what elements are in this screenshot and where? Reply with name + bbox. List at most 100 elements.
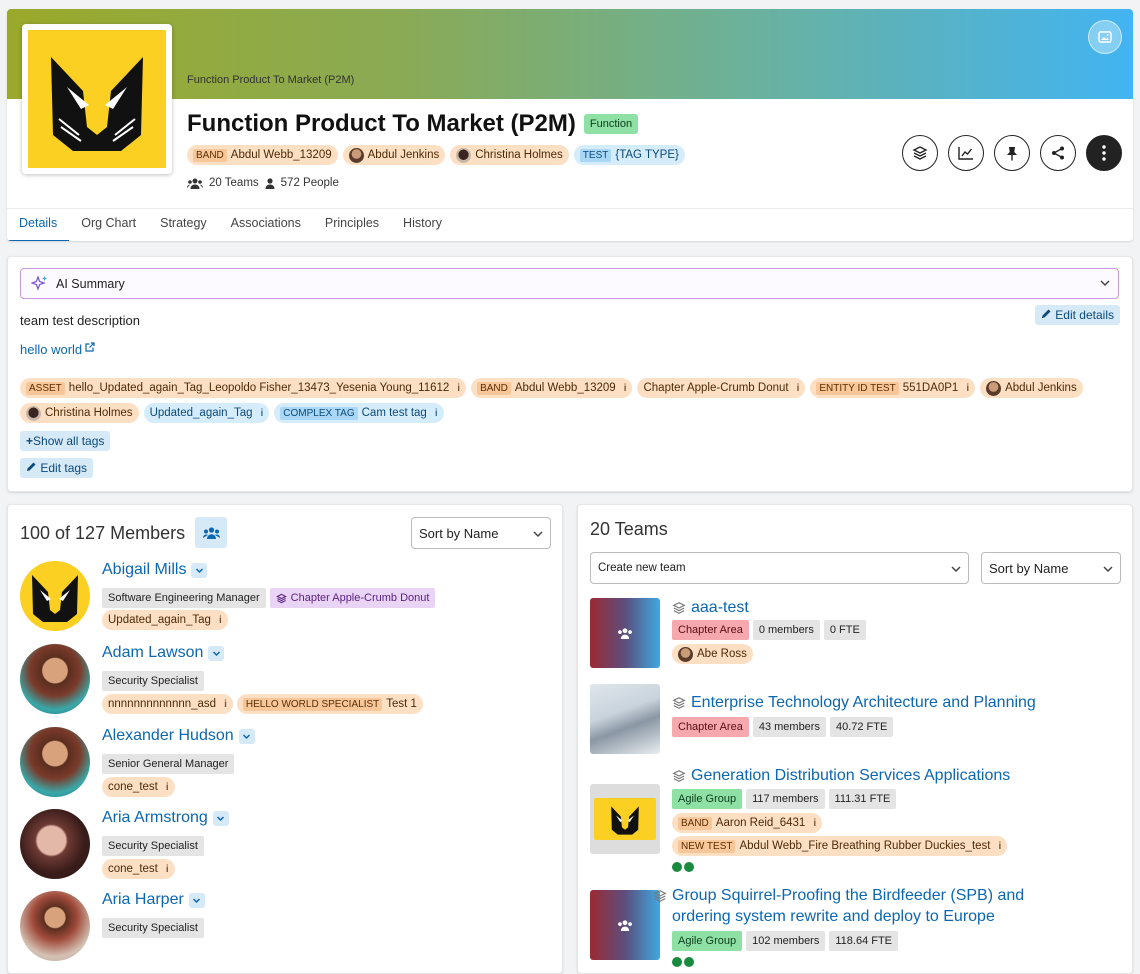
- change-banner-button[interactable]: [1088, 20, 1122, 54]
- info-icon[interactable]: i: [457, 383, 460, 394]
- member-row: Aria Harper Security Specialist: [20, 891, 540, 967]
- info-icon[interactable]: i: [624, 383, 627, 394]
- tab-associations[interactable]: Associations: [219, 209, 313, 241]
- team-name[interactable]: Enterprise Technology Architecture and P…: [672, 692, 1036, 713]
- info-icon[interactable]: i: [999, 841, 1002, 852]
- member-avatar[interactable]: [20, 561, 90, 631]
- members-sort-value: Sort by Name: [419, 525, 499, 541]
- info-icon[interactable]: i: [166, 782, 169, 793]
- tab-history[interactable]: History: [391, 209, 454, 241]
- member-tag[interactable]: Updated_again_Tag i: [102, 610, 228, 630]
- teams-sort-select[interactable]: Sort by Name: [981, 552, 1121, 584]
- edit-tags-label: Edit tags: [40, 461, 88, 475]
- team-tag-new-test[interactable]: NEW TEST Abdul Webb_Fire Breathing Rubber…: [672, 836, 1008, 856]
- breadcrumb[interactable]: Function Product To Market (P2M): [187, 74, 354, 86]
- more-vertical-icon: [1102, 145, 1106, 161]
- info-icon[interactable]: i: [166, 864, 169, 875]
- member-avatar[interactable]: [20, 727, 90, 797]
- tag-key: BAND: [193, 148, 227, 162]
- team-name[interactable]: aaa-test: [672, 597, 749, 618]
- entity-avatar[interactable]: [22, 24, 172, 174]
- tag-chapter[interactable]: Chapter Apple-Crumb Donut i: [637, 378, 806, 398]
- tag-person[interactable]: Christina Holmes: [20, 403, 139, 423]
- tag-person[interactable]: Abdul Jenkins: [342, 145, 446, 165]
- status-dot: [684, 957, 694, 967]
- team-person[interactable]: Abe Ross: [672, 644, 753, 664]
- external-link[interactable]: hello world: [20, 342, 95, 357]
- member-menu-button[interactable]: [188, 892, 205, 908]
- member-tag-keyed[interactable]: HELLO WORLD SPECIALIST Test 1: [236, 694, 423, 714]
- tab-strategy[interactable]: Strategy: [148, 209, 219, 241]
- tab-org-chart[interactable]: Org Chart: [69, 209, 148, 241]
- team-placeholder: [590, 890, 660, 960]
- analytics-button[interactable]: [948, 135, 984, 171]
- tab-details[interactable]: Details: [7, 209, 70, 241]
- team-name[interactable]: Group Squirrel-Proofing the Birdfeeder (…: [653, 885, 1024, 927]
- tag-asset[interactable]: ASSET hello_Updated_again_Tag_Leopoldo Fi…: [20, 378, 467, 398]
- show-all-tags-button[interactable]: +Show all tags: [20, 431, 111, 451]
- layers-button[interactable]: [902, 135, 938, 171]
- member-avatar[interactable]: [20, 891, 90, 961]
- info-icon[interactable]: i: [813, 818, 816, 829]
- share-button[interactable]: [1040, 135, 1076, 171]
- edit-tags-button[interactable]: Edit tags: [20, 458, 94, 478]
- wolverine-logo-icon: [594, 798, 656, 840]
- members-view-button[interactable]: [195, 517, 227, 548]
- member-avatar[interactable]: [20, 809, 90, 879]
- tag-value: cone_test: [108, 781, 158, 793]
- member-menu-button[interactable]: [208, 645, 225, 661]
- member-avatar[interactable]: [20, 644, 90, 714]
- member-name[interactable]: Abigail Mills: [102, 561, 208, 579]
- ai-summary-toggle[interactable]: AI Summary: [20, 268, 1119, 299]
- ai-summary-label: AI Summary: [56, 276, 125, 291]
- tag-key: TEST: [579, 148, 612, 162]
- tag-complex[interactable]: COMPLEX TAG Cam test tag i: [274, 403, 444, 423]
- info-icon[interactable]: i: [219, 615, 222, 626]
- member-menu-button[interactable]: [238, 728, 255, 744]
- member-menu-button[interactable]: [191, 562, 208, 578]
- member-tag[interactable]: cone_test i: [102, 859, 175, 879]
- team-thumbnail[interactable]: [590, 598, 660, 668]
- tab-principles[interactable]: Principles: [313, 209, 391, 241]
- tag-person[interactable]: Abdul Jenkins: [980, 378, 1083, 398]
- info-icon[interactable]: i: [224, 699, 227, 710]
- members-sort-select[interactable]: Sort by Name: [411, 517, 551, 549]
- info-icon[interactable]: i: [261, 408, 264, 419]
- tag-value: Updated_again_Tag: [108, 614, 211, 626]
- create-team-select[interactable]: Create new team: [590, 552, 969, 584]
- member-menu-button[interactable]: [212, 810, 229, 826]
- person-avatar: [26, 405, 41, 421]
- member-tag[interactable]: cone_test i: [102, 777, 175, 797]
- tag-entity-id[interactable]: ENTITY ID TEST 551DA0P1 i: [810, 378, 976, 398]
- pin-button[interactable]: [994, 135, 1030, 171]
- team-thumbnail[interactable]: [590, 784, 660, 854]
- teams-card: 20 Teams Create new team Sort by Name aa…: [577, 504, 1133, 974]
- member-name[interactable]: Aria Armstrong: [102, 809, 229, 827]
- tag-band[interactable]: BAND Abdul Webb_13209: [187, 145, 338, 165]
- member-name[interactable]: Aria Harper: [102, 891, 205, 909]
- share-icon: [1052, 146, 1064, 160]
- tag-person[interactable]: Christina Holmes: [450, 145, 569, 165]
- tag-test[interactable]: TEST {TAG TYPE}: [573, 145, 685, 165]
- edit-details-button[interactable]: Edit details: [1034, 305, 1120, 325]
- info-icon[interactable]: i: [797, 383, 800, 394]
- member-chapter[interactable]: Chapter Apple-Crumb Donut: [269, 588, 436, 608]
- team-thumbnail[interactable]: [590, 890, 660, 960]
- tags-row-1: ASSET hello_Updated_again_Tag_Leopoldo Fi…: [20, 378, 1083, 398]
- more-options-button[interactable]: [1086, 135, 1122, 171]
- tag-updated[interactable]: Updated_again_Tag i: [143, 403, 270, 423]
- member-name[interactable]: Adam Lawson: [102, 644, 225, 662]
- description: team test description: [20, 313, 140, 328]
- team-name[interactable]: Generation Distribution Services Applica…: [672, 765, 1010, 786]
- team-thumbnail[interactable]: [590, 684, 660, 754]
- member-name[interactable]: Alexander Hudson: [102, 727, 255, 745]
- header-tags: BAND Abdul Webb_13209 Abdul Jenkins Chris…: [187, 145, 685, 165]
- info-icon[interactable]: i: [966, 383, 969, 394]
- info-icon[interactable]: i: [435, 408, 438, 419]
- wolverine-logo-icon: [32, 575, 78, 622]
- tag-band[interactable]: BAND Abdul Webb_13209 i: [471, 378, 633, 398]
- team-tag-band[interactable]: BAND Aaron Reid_6431 i: [672, 813, 823, 833]
- tag-value: Abe Ross: [697, 648, 747, 660]
- member-tag[interactable]: nnnnnnnnnnnnn_asd i: [102, 694, 233, 714]
- tag-key: COMPLEX TAG: [280, 406, 358, 420]
